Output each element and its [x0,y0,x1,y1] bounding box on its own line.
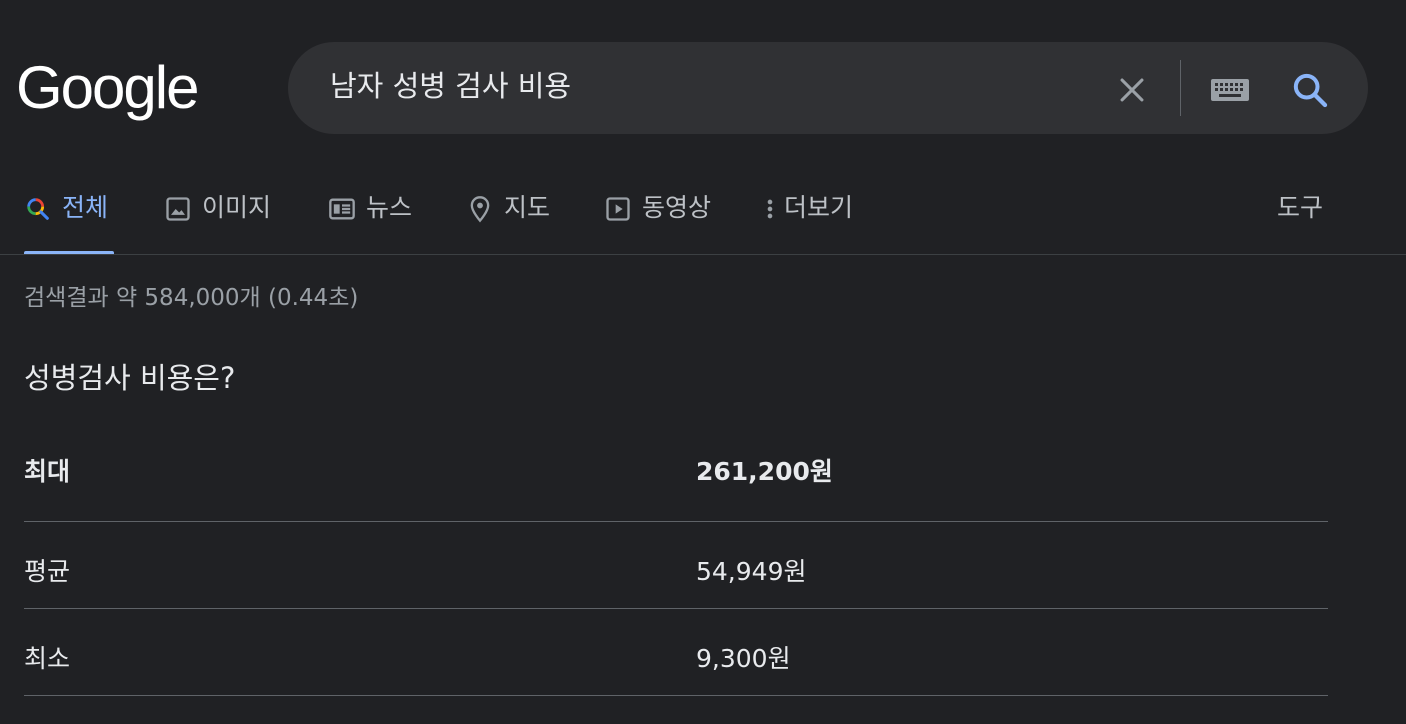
google-logo[interactable]: Google [16,52,199,124]
tab-videos-label: 동영상 [642,193,712,222]
search-button[interactable] [1288,68,1332,112]
tab-videos[interactable]: 동영상 [604,180,711,255]
image-icon [164,195,192,223]
search-icon [1293,73,1328,108]
keyboard-button[interactable] [1208,70,1252,110]
tab-images[interactable]: 이미지 [164,180,271,255]
tab-news[interactable]: 뉴스 [328,180,412,255]
tabs-divider [0,254,1406,255]
tab-all[interactable]: 전체 [24,180,114,255]
search-input[interactable]: 남자 성병 검사 비용 [330,42,571,134]
video-icon [604,195,632,223]
tab-more[interactable]: 더보기 [760,180,853,255]
row-value: 9,300원 [696,644,791,673]
keyboard-icon [1211,79,1249,101]
clear-search-button[interactable] [1112,70,1152,110]
table-row: 최소 9,300원 [24,609,1328,696]
tab-maps[interactable]: 지도 [466,180,550,255]
result-stats: 검색결과 약 584,000개 (0.44초) [24,285,359,311]
table-row: 최대 261,200원 [24,434,1328,522]
news-icon [328,195,356,223]
tools-label: 도구 [1277,193,1324,222]
featured-question: 성병검사 비용은? [24,361,236,395]
tab-images-label: 이미지 [202,193,272,222]
row-value: 261,200원 [696,457,833,486]
row-label: 최소 [24,644,71,673]
map-pin-icon [466,195,494,223]
search-tabs: 전체 이미지 뉴스 지도 동영상 더보기 도구 [0,180,1406,255]
table-row: 평균 54,949원 [24,522,1328,609]
tab-more-label: 더보기 [784,193,854,222]
cost-table: 최대 261,200원 평균 54,949원 최소 9,300원 [24,434,1328,696]
row-label: 최대 [24,457,71,486]
close-icon [1120,78,1144,102]
more-vert-icon [760,195,780,223]
tab-all-label: 전체 [62,193,109,222]
tab-news-label: 뉴스 [366,193,413,222]
search-icon [24,195,52,223]
searchbox-divider [1180,60,1181,116]
tab-maps-label: 지도 [504,193,551,222]
tools-button[interactable]: 도구 [1277,180,1323,255]
search-box[interactable]: 남자 성병 검사 비용 [288,42,1368,134]
search-results-page: Google 남자 성병 검사 비용 전체 이미지 뉴스 지도 동영상 더보기 … [0,0,1406,724]
